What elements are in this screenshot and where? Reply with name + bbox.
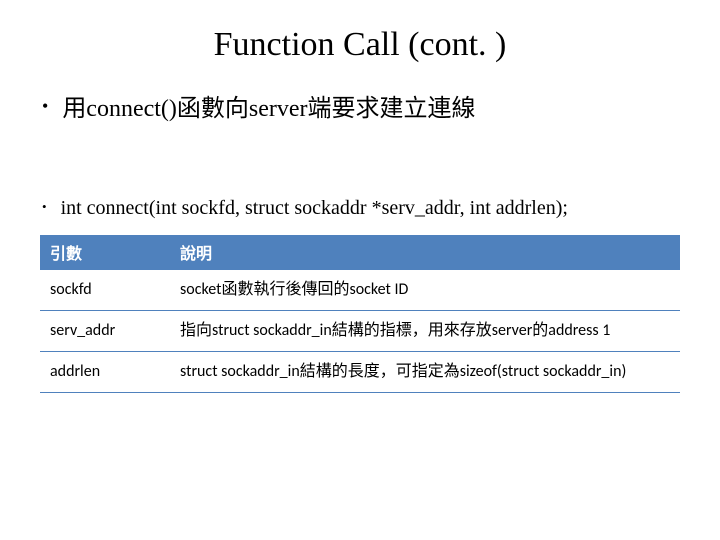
desc-cell: socket函數執行後傳回的socket ID — [170, 270, 680, 311]
page-title: Function Call (cont. ) — [40, 26, 680, 64]
table-header-row: 引數 說明 — [40, 235, 680, 270]
param-cell: addrlen — [40, 352, 170, 393]
bullet-main-text: 用connect()函數向server端要求建立連線 — [62, 94, 475, 125]
bullet-dot-icon: • — [42, 94, 48, 119]
bullet-dot-icon: • — [42, 195, 47, 218]
table-row: sockfd socket函數執行後傳回的socket ID — [40, 270, 680, 311]
table-row: addrlen struct sockaddr_in結構的長度，可指定為size… — [40, 352, 680, 393]
bullet-main: • 用connect()函數向server端要求建立連線 — [40, 94, 680, 125]
desc-cell: 指向struct sockaddr_in結構的指標，用來存放server的add… — [170, 311, 680, 352]
param-cell: sockfd — [40, 270, 170, 311]
bullet-signature: • int connect(int sockfd, struct sockadd… — [40, 195, 680, 221]
params-table: 引數 說明 sockfd socket函數執行後傳回的socket ID ser… — [40, 235, 680, 393]
param-cell: serv_addr — [40, 311, 170, 352]
bullet-signature-text: int connect(int sockfd, struct sockaddr … — [61, 195, 568, 221]
table-header-param: 引數 — [40, 235, 170, 270]
table-row: serv_addr 指向struct sockaddr_in結構的指標，用來存放… — [40, 311, 680, 352]
table-header-desc: 說明 — [170, 235, 680, 270]
desc-cell: struct sockaddr_in結構的長度，可指定為sizeof(struc… — [170, 352, 680, 393]
